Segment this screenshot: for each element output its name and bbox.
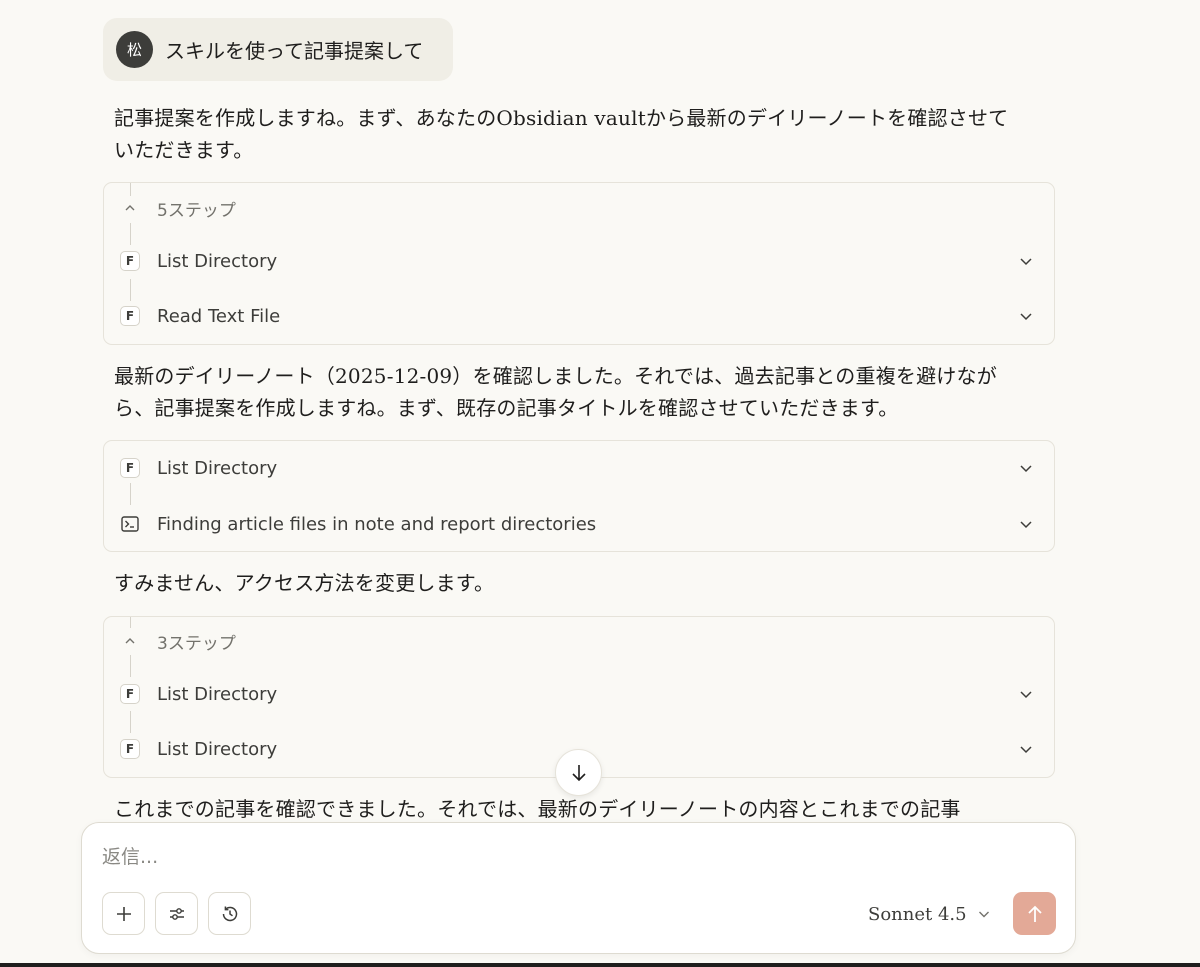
filesystem-icon: F <box>120 458 140 478</box>
tool-steps-group: 5ステップ F List Directory F Read Text File <box>103 182 1055 345</box>
filesystem-icon: F <box>120 306 140 326</box>
tool-steps-group: F List Directory Finding article files i… <box>103 440 1055 552</box>
chevron-down-icon[interactable] <box>1016 514 1036 534</box>
chevron-down-icon[interactable] <box>1016 251 1036 271</box>
tool-call-label: List Directory <box>157 457 278 479</box>
history-button[interactable] <box>208 892 251 935</box>
steps-count-label: 3ステップ <box>157 633 236 654</box>
history-clock-icon <box>222 906 237 921</box>
plus-icon <box>116 906 131 921</box>
composer: Sonnet 4.5 <box>81 822 1076 954</box>
tool-call-row[interactable]: F List Directory <box>104 246 1054 276</box>
window-bottom-edge <box>0 963 1200 967</box>
filesystem-icon: F <box>120 251 140 271</box>
tool-call-label: List Directory <box>157 738 278 760</box>
conversation: 松 スキルを使って記事提案して 記事提案を作成しますね。まず、あなたのObsid… <box>0 0 1200 967</box>
chevron-down-icon <box>978 911 989 918</box>
tool-call-label: Finding article files in note and report… <box>157 513 597 535</box>
tool-call-row[interactable]: F List Directory <box>104 453 1054 483</box>
scroll-to-bottom-button[interactable] <box>555 749 602 796</box>
tools-settings-button[interactable] <box>155 892 198 935</box>
send-button[interactable] <box>1013 892 1056 935</box>
user-message-text: スキルを使って記事提案して <box>165 39 424 63</box>
tool-call-row[interactable]: Finding article files in note and report… <box>104 509 1054 539</box>
chevron-down-icon[interactable] <box>1016 739 1036 759</box>
steps-toggle[interactable]: 3ステップ <box>104 630 1054 654</box>
tool-call-row[interactable]: F List Directory <box>104 679 1054 709</box>
assistant-text: 最新のデイリーノート（2025-12-09）を確認しました。それでは、過去記事と… <box>114 364 997 420</box>
chevron-down-icon[interactable] <box>1016 306 1036 326</box>
steps-toggle[interactable]: 5ステップ <box>104 197 1054 221</box>
assistant-text: すみません、アクセス方法を変更します。 <box>114 571 495 595</box>
tool-call-label: List Directory <box>157 683 278 705</box>
assistant-text: 記事提案を作成しますね。まず、あなたのObsidian vaultから最新のデイ… <box>114 106 1009 162</box>
arrow-up-icon <box>1027 905 1042 922</box>
sliders-icon <box>169 907 184 920</box>
model-name: Sonnet 4.5 <box>868 903 967 925</box>
chevron-down-icon[interactable] <box>1016 684 1036 704</box>
tool-call-label: List Directory <box>157 250 278 272</box>
chevron-up-icon <box>121 199 139 217</box>
add-attachment-button[interactable] <box>102 892 145 935</box>
chevron-up-icon <box>121 632 139 650</box>
user-avatar: 松 <box>116 31 153 68</box>
terminal-icon <box>120 514 140 534</box>
user-message: 松 スキルを使って記事提案して <box>103 18 454 81</box>
filesystem-icon: F <box>120 739 140 759</box>
tool-call-label: Read Text File <box>157 305 281 327</box>
tool-call-row[interactable]: F Read Text File <box>104 301 1054 331</box>
reply-input[interactable] <box>102 841 1002 873</box>
chevron-down-icon[interactable] <box>1016 458 1036 478</box>
model-selector[interactable]: Sonnet 4.5 <box>868 899 991 929</box>
steps-count-label: 5ステップ <box>157 200 236 221</box>
filesystem-icon: F <box>120 684 140 704</box>
arrow-down-icon <box>571 764 586 781</box>
